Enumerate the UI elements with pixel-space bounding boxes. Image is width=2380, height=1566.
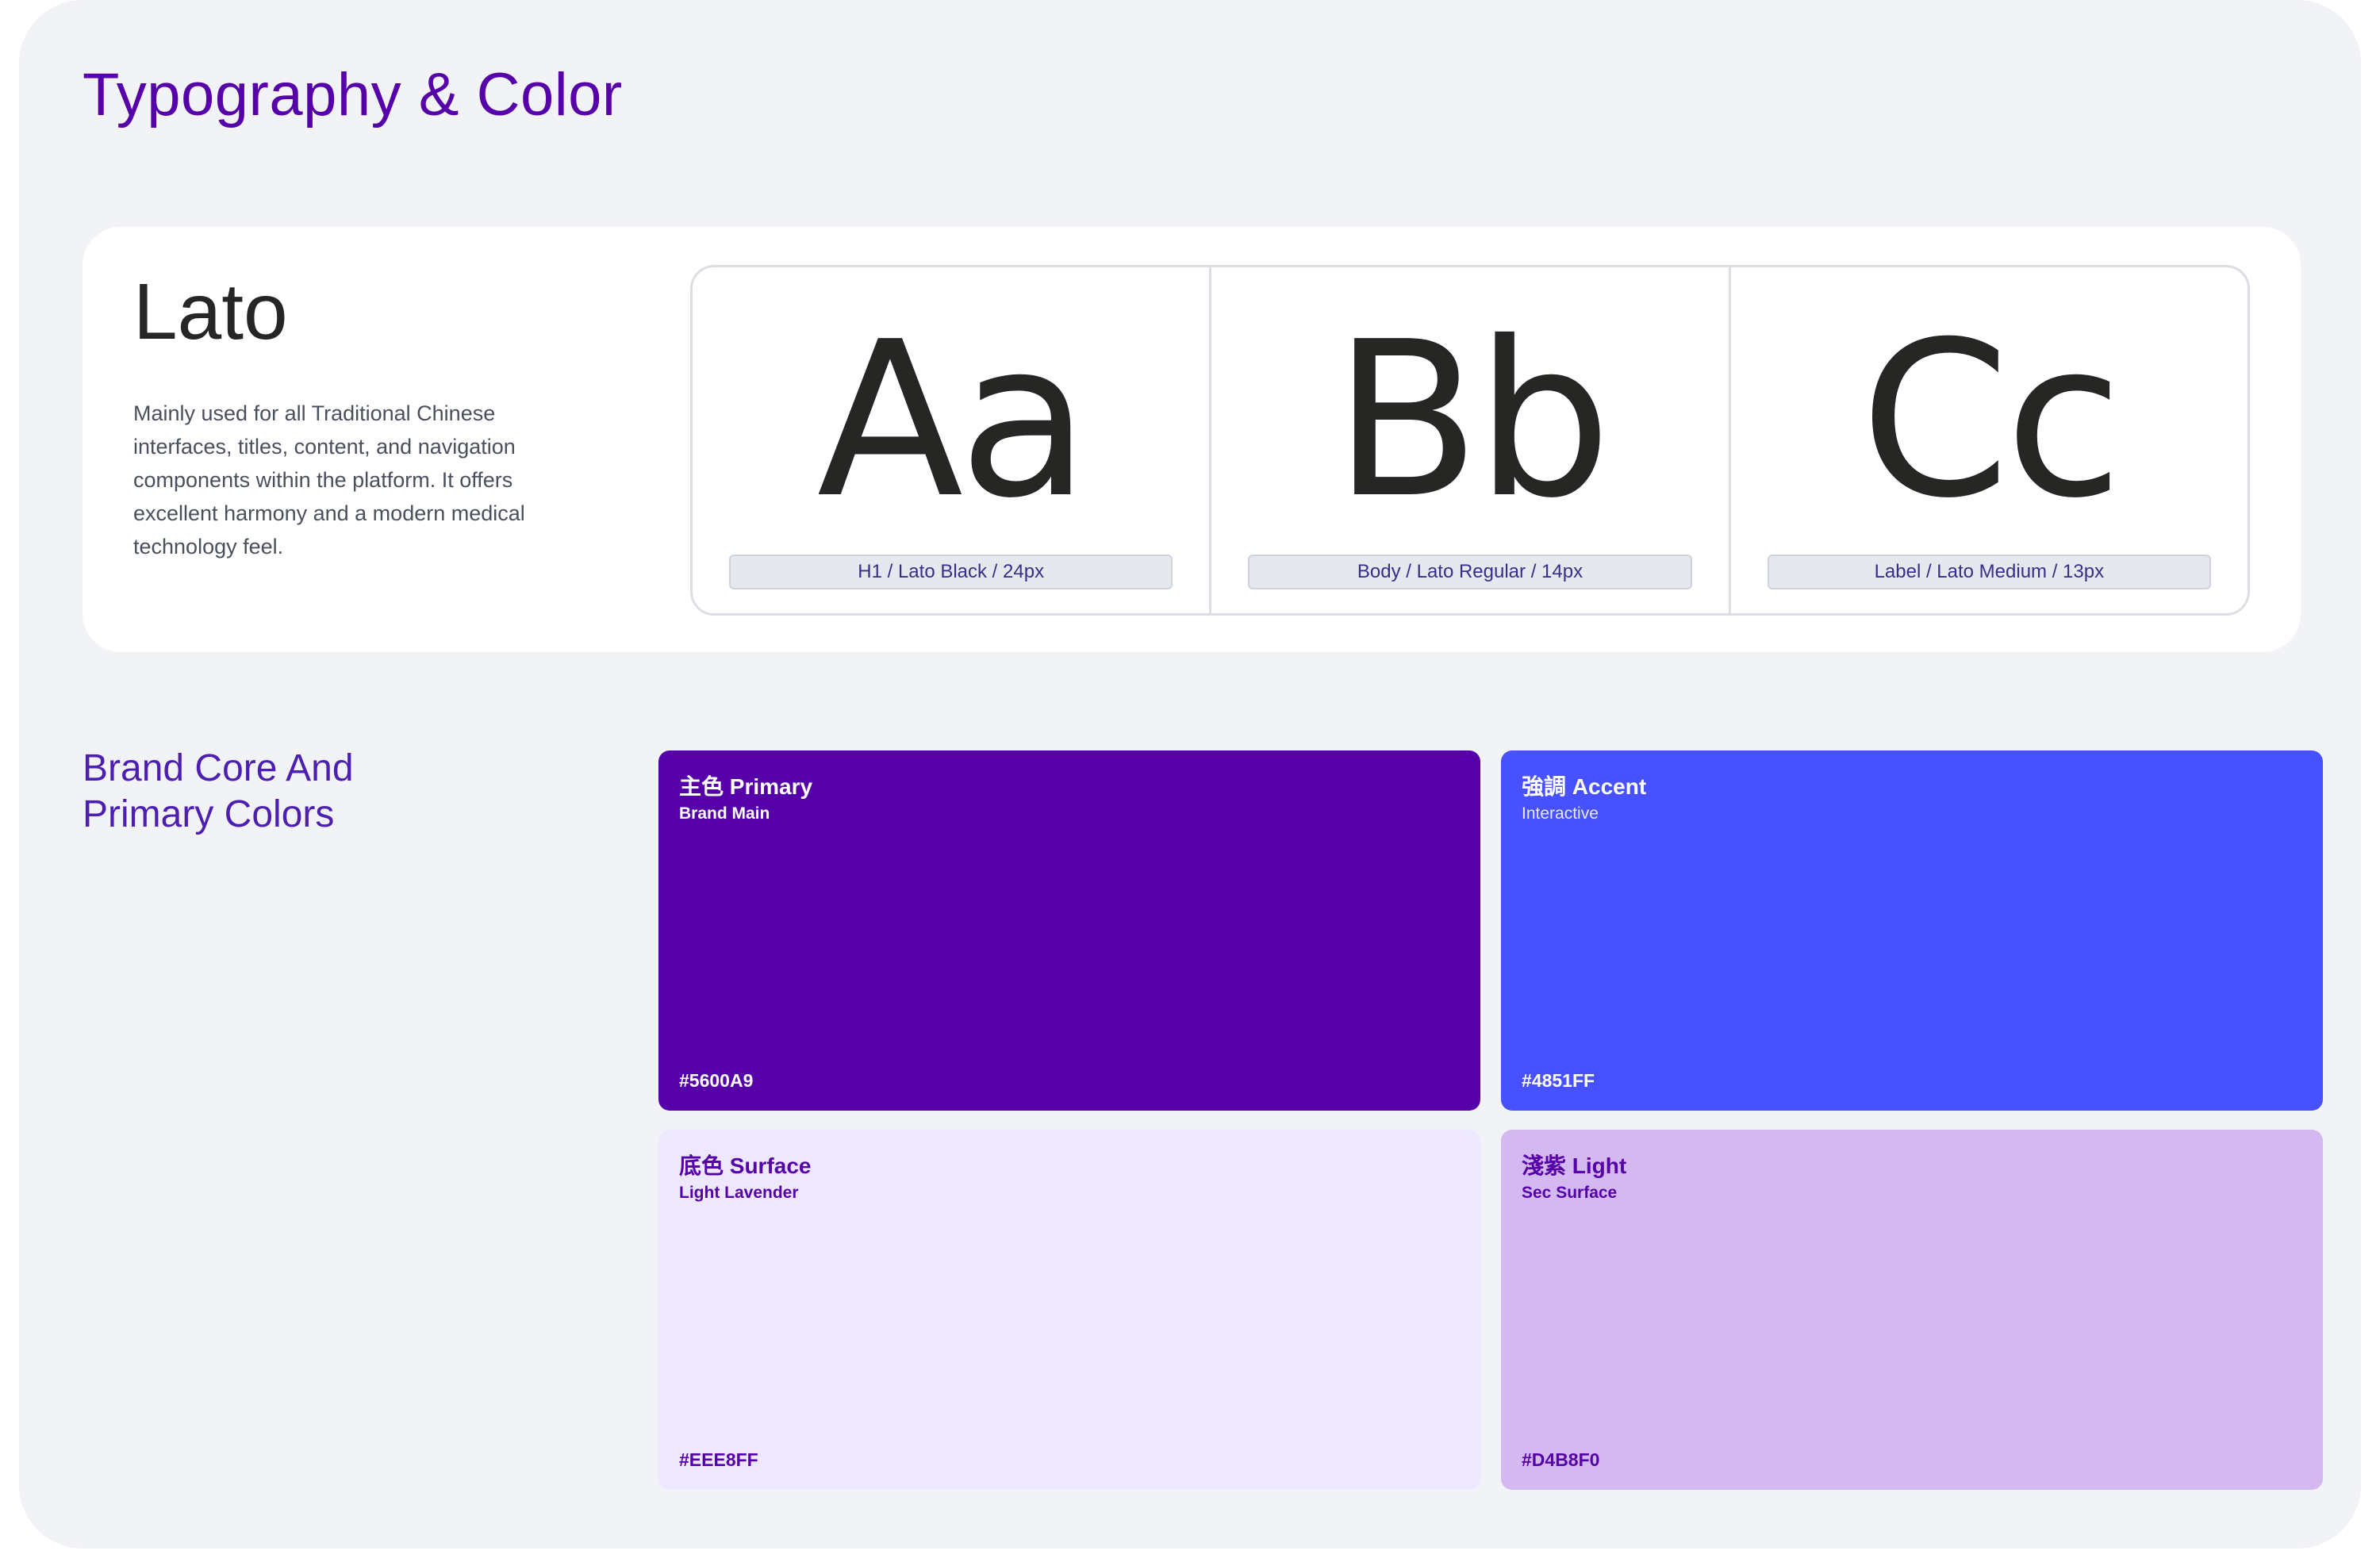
swatch-name: 底色 Surface (679, 1153, 812, 1178)
swatch-hex: #4851FF (1522, 1070, 1595, 1091)
glyph-spec-label: Body / Lato Regular / 14px (1248, 555, 1692, 589)
swatch-name: 淺紫 Light (1522, 1153, 1627, 1178)
swatch-subtitle: Interactive (1522, 804, 1599, 823)
glyph-text: Aa (816, 295, 1090, 545)
style-guide-page: Typography & Color Lato Mainly used for … (19, 0, 2361, 1549)
font-family-name: Lato (133, 267, 288, 356)
color-swatch-surface: 底色 Surface Light Lavender #EEE8FF (658, 1130, 1480, 1490)
page-title: Typography & Color (83, 61, 623, 129)
font-description: Mainly used for all Traditional Chinese … (133, 401, 525, 558)
glyph-samples: Aa H1 / Lato Black / 24px Bb Body / Lato… (690, 265, 2250, 616)
glyph-sample-label: Cc Label / Lato Medium / 13px (1731, 267, 2248, 613)
glyph-sample-body: Bb Body / Lato Regular / 14px (1211, 267, 1731, 613)
glyph-spec-label: H1 / Lato Black / 24px (729, 555, 1173, 589)
brand-colors-title: Brand Core And Primary Colors (83, 747, 354, 835)
swatch-subtitle: Light Lavender (679, 1184, 799, 1202)
swatch-name: 主色 Primary (679, 774, 813, 799)
swatch-name: 強調 Accent (1522, 774, 1647, 799)
color-swatch-primary: 主色 Primary Brand Main #5600A9 (658, 750, 1480, 1111)
swatch-subtitle: Sec Surface (1522, 1184, 1618, 1202)
glyph-sample-h1: Aa H1 / Lato Black / 24px (693, 267, 1212, 613)
glyph-text: Bb (1333, 295, 1612, 545)
typography-card: Lato Mainly used for all Traditional Chi… (83, 227, 2301, 652)
color-swatch-accent: 強調 Accent Interactive #4851FF (1501, 750, 2323, 1111)
swatch-hex: #EEE8FF (679, 1449, 758, 1470)
swatch-hex: #5600A9 (679, 1070, 754, 1091)
color-swatch-light: 淺紫 Light Sec Surface #D4B8F0 (1501, 1130, 2323, 1490)
swatch-hex: #D4B8F0 (1522, 1449, 1600, 1470)
swatch-subtitle: Brand Main (679, 804, 770, 823)
glyph-text: Cc (1860, 295, 2123, 545)
glyph-spec-label: Label / Lato Medium / 13px (1767, 555, 2211, 589)
